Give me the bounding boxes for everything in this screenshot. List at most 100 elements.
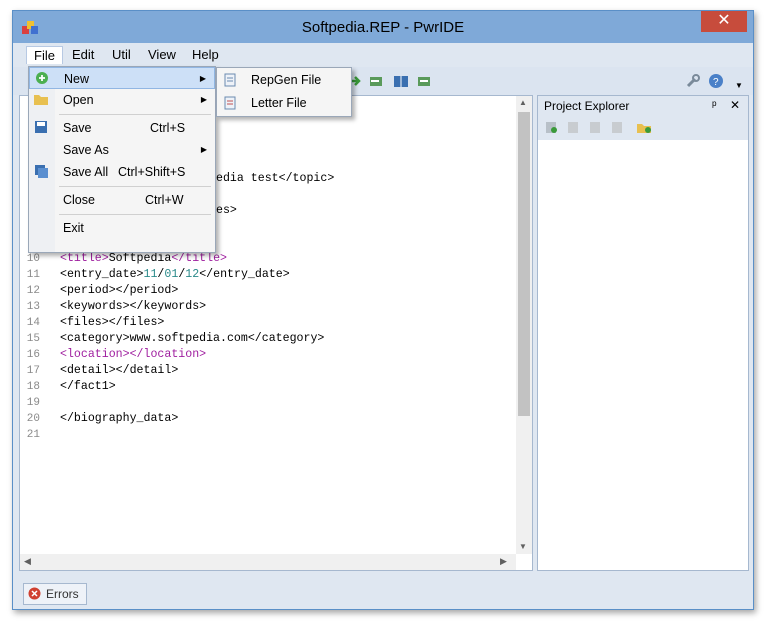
save-all-icon — [35, 165, 48, 178]
code-tag: </location> — [129, 348, 207, 361]
line-number: 13 — [26, 301, 40, 313]
code-line: <category>www.softpedia.com</category> — [60, 332, 325, 345]
title-bar: Softpedia.REP - PwrIDE ✕ — [13, 11, 753, 43]
errors-tab[interactable]: Errors — [23, 583, 87, 605]
code-number: 12 — [185, 268, 200, 281]
menu-item-label: Save As — [63, 143, 109, 157]
code-tag: </title> — [171, 252, 227, 265]
menu-item-label: Save All — [63, 165, 109, 179]
panel-close-icon[interactable]: ✕ — [730, 98, 740, 112]
repgen-file-icon — [224, 73, 236, 87]
toolbar-overflow-icon[interactable]: ▼ — [735, 81, 743, 90]
scroll-up-icon[interactable]: ▲ — [519, 98, 527, 107]
code-text: Softpedia — [108, 252, 172, 265]
code-tag: <title> — [60, 252, 109, 265]
menu-item-shortcut: Ctrl+Shift+S — [118, 165, 186, 179]
code-line-fragment: es> — [216, 204, 237, 217]
status-bar: Errors — [13, 577, 753, 607]
menu-item-exit[interactable]: Exit — [29, 217, 215, 239]
menu-item-close[interactable]: Close Ctrl+W — [29, 189, 215, 211]
menu-item-label: Close — [63, 193, 95, 207]
submenu-item-letter-file[interactable]: Letter File — [217, 92, 351, 114]
code-line: <detail></detail> — [60, 364, 179, 377]
menu-item-save-as[interactable]: Save As ▶ — [29, 139, 215, 161]
indent-icon[interactable] — [416, 73, 432, 89]
app-window: Softpedia.REP - PwrIDE ✕ File Edit Util … — [12, 10, 754, 610]
scroll-left-icon[interactable]: ◀ — [24, 556, 31, 567]
menu-help[interactable]: Help — [185, 46, 226, 63]
code-line: <keywords></keywords> — [60, 300, 207, 313]
window-title: Softpedia.REP - PwrIDE — [301, 19, 465, 36]
file-menu-dropdown: New ▶ Open ▶ Save Ctrl+S Save As ▶ Save … — [28, 66, 216, 253]
code-line: <period></period> — [60, 284, 179, 297]
menu-separator — [59, 214, 211, 215]
horizontal-scrollbar[interactable]: ◀ ▶ — [20, 554, 516, 570]
menu-util[interactable]: Util — [105, 46, 138, 63]
project-explorer-panel: Project Explorer ᵖ ✕ — [537, 95, 749, 571]
line-number: 17 — [26, 365, 40, 377]
vertical-scrollbar[interactable]: ▲ ▼ — [516, 96, 532, 554]
menu-separator — [59, 186, 211, 187]
menu-bar: File Edit Util View Help — [13, 43, 753, 65]
open-folder-icon — [34, 95, 48, 105]
outdent-icon[interactable] — [369, 73, 385, 89]
menu-item-shortcut: Ctrl+W — [145, 193, 184, 207]
panel-header: Project Explorer ᵖ ✕ — [538, 96, 748, 116]
panel-title: Project Explorer — [544, 99, 630, 113]
menu-item-open[interactable]: Open ▶ — [29, 89, 215, 111]
menu-item-save[interactable]: Save Ctrl+S — [29, 117, 215, 139]
box-icon[interactable] — [588, 120, 602, 134]
line-number: 16 — [26, 349, 40, 361]
submenu-arrow-icon: ▶ — [200, 145, 207, 154]
scroll-down-icon[interactable]: ▼ — [519, 542, 527, 551]
menu-item-label: New — [64, 72, 90, 86]
code-line: </fact1> — [60, 380, 116, 393]
menu-file[interactable]: File — [26, 46, 63, 64]
menu-item-label: Exit — [63, 221, 84, 235]
save-icon — [35, 121, 47, 133]
menu-item-new[interactable]: New ▶ — [29, 67, 215, 89]
scroll-right-icon[interactable]: ▶ — [500, 556, 507, 567]
menu-edit[interactable]: Edit — [65, 46, 101, 63]
errors-tab-label: Errors — [46, 587, 79, 601]
submenu-item-label: RepGen File — [251, 73, 322, 87]
panel-toolbar — [538, 116, 748, 140]
code-line-fragment: edia test</topic> — [216, 172, 335, 185]
wrench-icon[interactable] — [685, 73, 701, 89]
code-text: </entry_date> — [199, 268, 290, 281]
menu-separator — [59, 114, 211, 115]
line-number: 10 — [26, 253, 40, 265]
line-number: 18 — [26, 381, 40, 393]
help-icon[interactable]: ? — [708, 73, 724, 89]
menu-view[interactable]: View — [141, 46, 183, 63]
line-number: 21 — [26, 429, 40, 441]
line-number: 20 — [26, 413, 40, 425]
code-number: 11 — [143, 268, 158, 281]
pin-icon[interactable]: ᵖ — [712, 98, 717, 112]
document-icon[interactable] — [610, 120, 624, 134]
menu-item-save-all[interactable]: Save All Ctrl+Shift+S — [29, 161, 215, 183]
code-text: <entry_date> — [60, 268, 144, 281]
submenu-arrow-icon: ▶ — [199, 74, 206, 83]
new-submenu: RepGen File Letter File — [216, 67, 352, 117]
code-line: <location></location> — [60, 347, 206, 363]
scrollbar-thumb[interactable] — [518, 112, 530, 416]
submenu-arrow-icon: ▶ — [200, 95, 207, 104]
code-line: <entry_date>11/01/12</entry_date> — [60, 267, 290, 283]
database-icon[interactable] — [566, 120, 580, 134]
new-folder-icon[interactable] — [636, 120, 652, 134]
submenu-item-repgen-file[interactable]: RepGen File — [217, 69, 351, 91]
add-project-icon[interactable] — [544, 120, 558, 134]
letter-file-icon — [224, 96, 236, 110]
code-line: <title>Softpedia</title> — [60, 251, 227, 267]
menu-item-label: Open — [63, 93, 94, 107]
code-line: <files></files> — [60, 316, 165, 329]
window-close-button[interactable]: ✕ — [701, 11, 747, 32]
code-line: </biography_data> — [60, 412, 179, 425]
line-number: 15 — [26, 333, 40, 345]
error-icon — [28, 587, 41, 600]
code-number: 01 — [164, 268, 179, 281]
new-icon — [36, 72, 48, 84]
book-icon[interactable] — [393, 73, 409, 89]
menu-item-label: Save — [63, 121, 92, 135]
